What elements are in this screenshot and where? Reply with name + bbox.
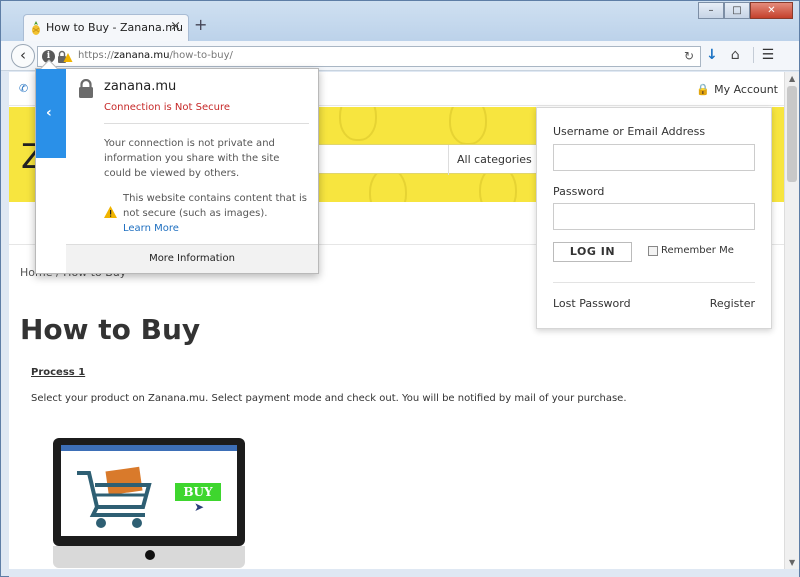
username-label: Username or Email Address [553, 125, 706, 138]
scroll-thumb[interactable] [787, 86, 797, 182]
popup-back-panel[interactable]: ‹ [36, 69, 66, 158]
popup-body: zanana.mu Connection is Not Secure Your … [66, 69, 318, 273]
login-separator [553, 282, 755, 283]
lost-password-link[interactable]: Lost Password [553, 297, 631, 310]
close-tab-icon[interactable]: × [170, 19, 181, 34]
username-input[interactable] [553, 144, 755, 171]
title-bar: How to Buy - Zanana.mu × + – □ ✕ [1, 1, 799, 42]
browser-window: How to Buy - Zanana.mu × + – □ ✕ ‹ i htt… [0, 0, 800, 577]
more-information-button[interactable]: More Information [66, 244, 318, 273]
navigation-toolbar: ‹ i https://zanana.mu/how-to-buy/ ↻ ↓ ⌂ … [1, 41, 799, 71]
register-link[interactable]: Register [710, 297, 755, 310]
chevron-left-icon[interactable]: ‹ [46, 105, 52, 121]
minimize-button[interactable]: – [698, 2, 724, 19]
scroll-up-icon[interactable]: ▲ [789, 74, 795, 83]
password-input[interactable] [553, 203, 755, 230]
pineapple-pattern-icon [339, 107, 377, 141]
scroll-down-icon[interactable]: ▼ [789, 558, 795, 567]
monitor-illustration: BUY ➤ [53, 438, 245, 569]
status-bar [9, 569, 799, 577]
home-icon[interactable]: ⌂ [731, 47, 740, 63]
warning-icon [104, 206, 117, 218]
password-label: Password [553, 185, 605, 198]
remember-me-label[interactable]: Remember Me [661, 245, 734, 256]
page-title: How to Buy [20, 313, 201, 346]
screen-browser-bar [61, 445, 237, 451]
mixed-content-warning: This website contains content that is no… [123, 191, 309, 236]
search-bar[interactable]: All categories [314, 144, 544, 175]
remember-me-checkbox[interactable] [648, 246, 658, 256]
url-scheme: https:// [78, 50, 114, 61]
new-tab-button[interactable]: + [194, 17, 207, 33]
insecure-lock-icon[interactable] [57, 50, 73, 64]
process-text: Select your product on Zanana.mu. Select… [31, 393, 627, 404]
address-bar[interactable]: i https://zanana.mu/how-to-buy/ ↻ [37, 46, 701, 67]
login-dropdown: Username or Email Address Password LOG I… [536, 107, 772, 329]
url-text: https://zanana.mu/how-to-buy/ [78, 50, 233, 61]
popup-host: zanana.mu [104, 79, 177, 94]
window-controls: – □ ✕ [698, 2, 793, 19]
url-host: zanana.mu [113, 50, 170, 61]
my-account-label: My Account [714, 83, 778, 96]
maximize-button[interactable]: □ [724, 2, 750, 19]
my-account-link[interactable]: 🔒 My Account [696, 83, 778, 96]
shopping-cart-icon [77, 466, 152, 528]
power-button-icon [145, 550, 155, 560]
category-select[interactable]: All categories [448, 145, 544, 175]
back-button[interactable]: ‹ [11, 44, 35, 68]
close-window-button[interactable]: ✕ [750, 2, 793, 19]
monitor-chin [53, 546, 245, 568]
lock-icon [79, 79, 93, 98]
phone-icon: ✆ [19, 82, 29, 95]
download-icon[interactable]: ↓ [706, 47, 718, 63]
buy-badge: BUY [175, 483, 221, 501]
warning-text: This website contains content that is no… [123, 193, 307, 219]
pineapple-pattern-icon [449, 107, 487, 145]
mouse-cursor-icon: ➤ [194, 500, 205, 514]
tab-title: How to Buy - Zanana.mu [46, 21, 183, 34]
popup-separator [104, 123, 309, 124]
lock-icon: 🔒 [696, 83, 711, 96]
monitor-screen: BUY ➤ [61, 445, 237, 536]
site-identity-popup: ‹ zanana.mu Connection is Not Secure You… [35, 59, 319, 274]
monitor-frame: BUY ➤ [53, 438, 245, 546]
login-button[interactable]: LOG IN [553, 242, 632, 262]
tab-how-to-buy[interactable]: How to Buy - Zanana.mu × [23, 14, 189, 42]
learn-more-link[interactable]: Learn More [123, 221, 309, 236]
connection-status: Connection is Not Secure [104, 102, 231, 113]
url-path: /how-to-buy/ [169, 50, 233, 61]
reload-icon[interactable]: ↻ [684, 49, 694, 63]
process-heading: Process 1 [31, 367, 86, 378]
connection-description: Your connection is not private and infor… [104, 138, 280, 179]
pineapple-icon [32, 21, 40, 35]
vertical-scrollbar[interactable]: ▲ ▼ [784, 72, 799, 569]
toolbar-icons: ↓ ⌂ ☰ [706, 47, 774, 63]
menu-icon[interactable]: ☰ [752, 47, 774, 63]
